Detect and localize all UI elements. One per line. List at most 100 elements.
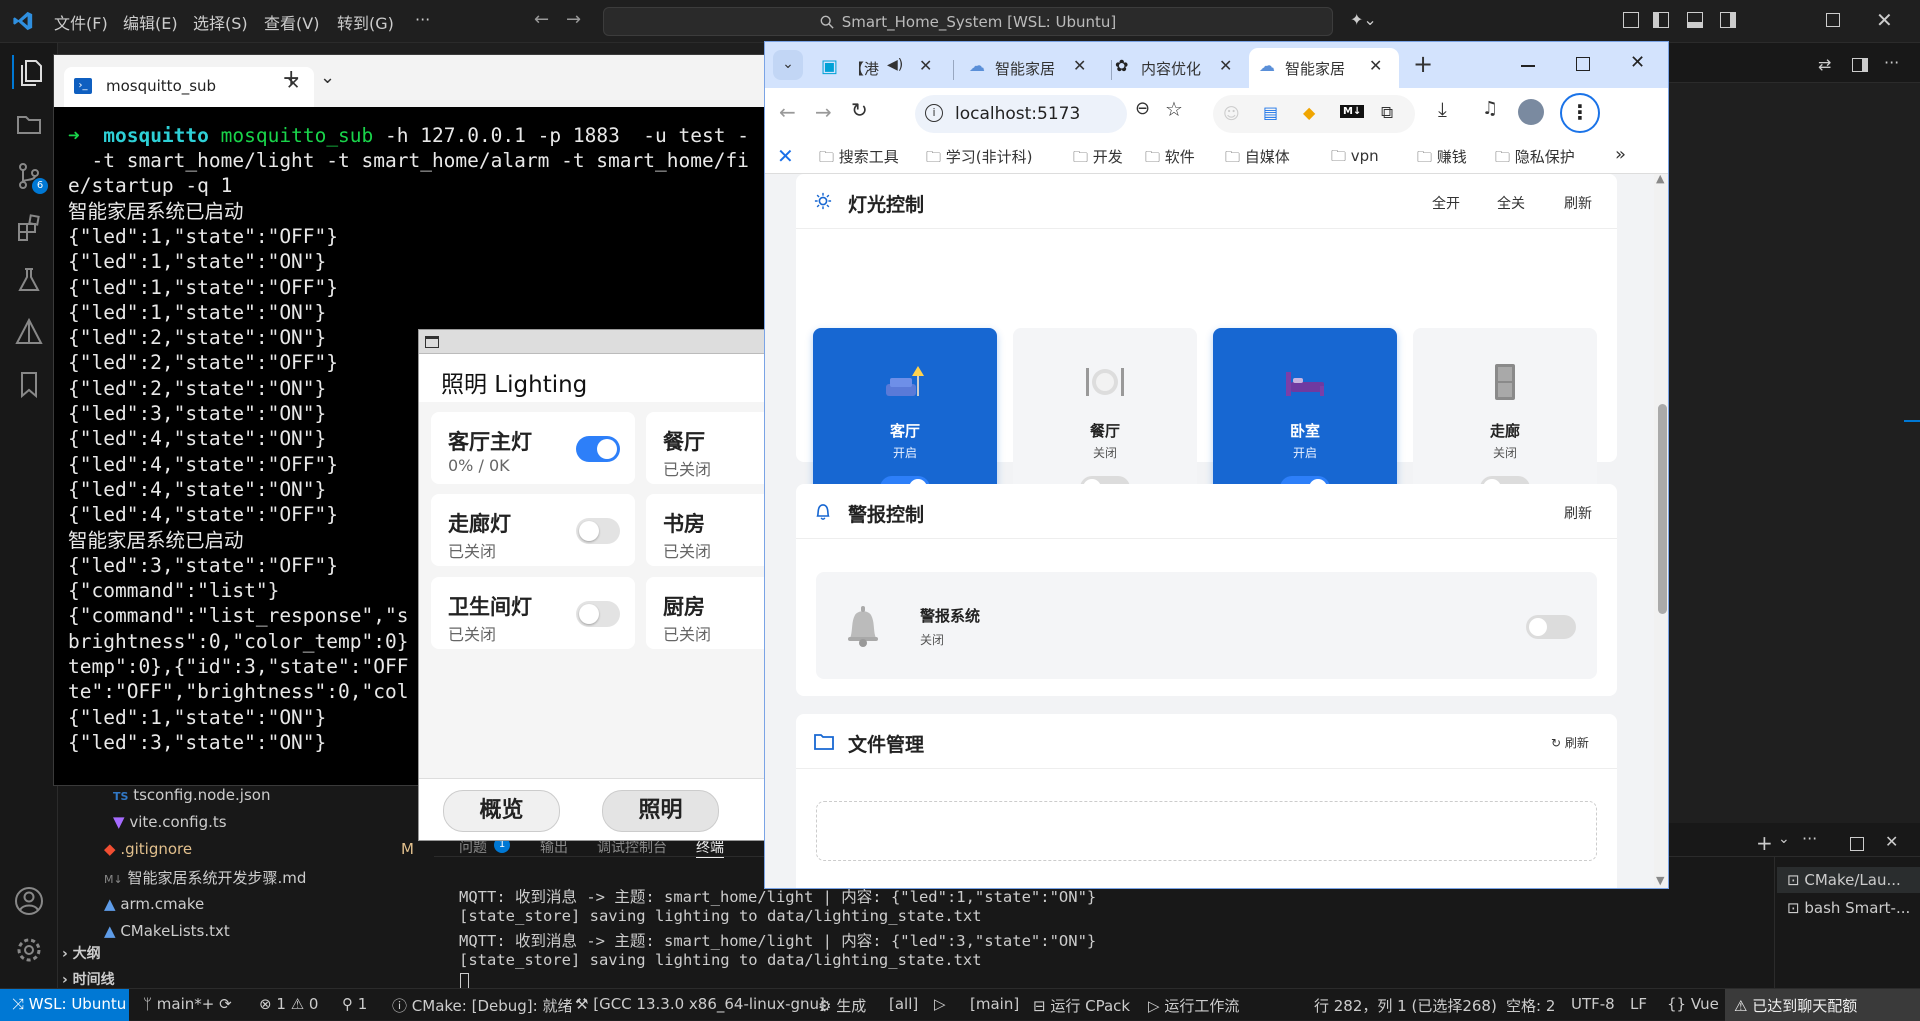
cmake-status[interactable]: ⓘ CMake: [Debug]: 就绪: [392, 995, 572, 1016]
extension-avatar-icon[interactable]: ☺: [1223, 104, 1240, 123]
extension-cat-icon[interactable]: ◆: [1303, 103, 1315, 122]
file-dropzone[interactable]: [816, 801, 1597, 861]
launch-target[interactable]: [main]: [970, 995, 1019, 1013]
more-bookmarks-icon[interactable]: »: [1615, 144, 1626, 165]
bookmark-star-icon[interactable]: ☆: [1165, 97, 1183, 121]
cmake-icon[interactable]: [12, 315, 46, 349]
address-bar[interactable]: i localhost:5173: [915, 95, 1127, 133]
chrome-tab-bilibili[interactable]: ▣ 【港 ◀) ✕: [821, 48, 941, 88]
bookmark-folder[interactable]: 🗀 搜索工具: [819, 146, 899, 172]
chrome-tab-smarthome-1[interactable]: ☁ 智能家居 ✕: [969, 48, 1099, 88]
run-icon[interactable]: ▷: [934, 995, 946, 1013]
menu-go[interactable]: 转到(G): [337, 10, 394, 34]
light-card[interactable]: 走廊灯 已关闭: [431, 494, 635, 566]
menu-edit[interactable]: 编辑(E): [123, 10, 178, 34]
file-gitignore[interactable]: ◆ .gitignore: [104, 840, 192, 858]
bookmark-folder[interactable]: 🗀 隐私保护: [1495, 146, 1575, 172]
maximize-panel-icon[interactable]: [1850, 837, 1864, 851]
maximize-icon[interactable]: [1576, 57, 1590, 71]
nav-overview-button[interactable]: 概览: [443, 790, 560, 832]
branch-indicator[interactable]: ᛘ main*+ ⟳: [143, 995, 232, 1013]
light-card[interactable]: 卫生间灯 已关闭: [431, 577, 635, 649]
file-cmakelists[interactable]: ▲ CMakeLists.txt: [104, 922, 230, 940]
terminal-list-item-cmake[interactable]: ⊡ CMake/Lau...: [1777, 867, 1920, 893]
indentation[interactable]: 空格: 2: [1506, 995, 1555, 1016]
bookmark-folder[interactable]: 🗀 学习(非计科): [926, 146, 1033, 172]
account-icon[interactable]: [12, 884, 46, 918]
close-tab-icon[interactable]: ✕: [919, 56, 932, 75]
scroll-up-icon[interactable]: ▲: [1656, 172, 1664, 185]
bookmark-folder[interactable]: 🗀 开发: [1073, 146, 1123, 172]
chrome-tab-smarthome-active[interactable]: ☁ 智能家居 ✕: [1249, 48, 1399, 88]
cpack-button[interactable]: ⊟ 运行 CPack: [1033, 995, 1130, 1016]
bookmark-folder[interactable]: 🗀 赚钱: [1417, 146, 1467, 172]
command-center[interactable]: Smart_Home_System [WSL: Ubuntu]: [603, 7, 1333, 36]
minimize-icon[interactable]: [1521, 65, 1535, 67]
compare-icon[interactable]: ⇄: [1818, 55, 1831, 74]
close-tab-icon[interactable]: ✕: [1073, 56, 1086, 75]
light-card[interactable]: 客厅主灯 0% / 0K: [431, 412, 635, 484]
testing-icon[interactable]: [12, 263, 46, 297]
light-toggle[interactable]: [576, 436, 620, 462]
zoom-icon[interactable]: ⊖: [1135, 98, 1150, 119]
settings-gear-icon[interactable]: [12, 933, 46, 967]
refresh-button[interactable]: ↻ 刷新: [1551, 734, 1589, 751]
chevron-down-icon[interactable]: ⌄: [320, 67, 335, 88]
nav-forward-icon[interactable]: →: [566, 9, 581, 30]
back-icon[interactable]: ←: [779, 100, 796, 124]
site-info-icon[interactable]: i: [925, 104, 943, 122]
file-tsconfig-node[interactable]: TS tsconfig.node.json: [113, 786, 270, 804]
forward-icon[interactable]: →: [815, 100, 832, 124]
split-editor-icon[interactable]: [1852, 58, 1868, 72]
scrollbar[interactable]: ▲ ▼: [1654, 172, 1668, 888]
all-off-button[interactable]: 全关: [1497, 193, 1525, 213]
nav-lighting-button[interactable]: 照明: [602, 790, 719, 832]
bookmark-folder[interactable]: 🗀 自媒体: [1225, 146, 1290, 172]
refresh-button[interactable]: 刷新: [1564, 503, 1592, 523]
close-tab-icon[interactable]: ✕: [1219, 56, 1232, 75]
bookmark-icon[interactable]: [12, 367, 46, 401]
bookmark-folder[interactable]: 🗀 软件: [1145, 146, 1195, 172]
terminal-list-item-bash[interactable]: ⊡ bash Smart-...: [1777, 895, 1920, 921]
media-control-icon[interactable]: ♫: [1482, 98, 1498, 119]
new-terminal-icon[interactable]: +: [1756, 831, 1773, 855]
terminal-tab[interactable]: ›_ mosquitto_sub ✕: [64, 67, 314, 107]
bookmark-folder[interactable]: 🗀 vpn: [1331, 146, 1379, 171]
explorer-icon[interactable]: [12, 55, 46, 89]
refresh-button[interactable]: 刷新: [1564, 193, 1592, 213]
toggle-sidebar-icon[interactable]: [1653, 12, 1669, 28]
extensions-icon[interactable]: [12, 211, 46, 245]
more-actions-icon[interactable]: ···: [1802, 829, 1817, 848]
folder-icon[interactable]: [12, 107, 46, 141]
timeline-section[interactable]: › 时间线: [62, 969, 115, 989]
app-logo-icon[interactable]: ✕: [777, 144, 794, 168]
chevron-down-icon[interactable]: ⌄: [1778, 831, 1790, 847]
build-target[interactable]: [all]: [889, 995, 918, 1013]
menu-view[interactable]: 查看(V): [264, 10, 319, 34]
copilot-status[interactable]: ⚠ 已达到聊天配额: [1725, 989, 1920, 1021]
scrollbar-thumb[interactable]: [1658, 404, 1667, 614]
source-control-icon[interactable]: 6: [12, 159, 48, 194]
cmake-kit[interactable]: ⚒ [GCC 13.3.0 x86_64-linux-gnu]: [575, 995, 825, 1013]
close-tab-icon[interactable]: ✕: [1369, 56, 1382, 75]
tab-search-button[interactable]: ⌄: [773, 50, 803, 80]
file-arm-cmake[interactable]: ▲ arm.cmake: [104, 895, 204, 913]
eol[interactable]: LF: [1630, 995, 1647, 1013]
language-mode[interactable]: {} Vue: [1667, 995, 1719, 1013]
reload-icon[interactable]: ↻: [851, 98, 868, 122]
build-button[interactable]: ⚙ 生成: [818, 995, 866, 1016]
cursor-position[interactable]: 行 282，列 1 (已选择268): [1314, 995, 1497, 1016]
close-window-icon[interactable]: ✕: [1630, 52, 1645, 73]
chrome-tab-content[interactable]: ✿ 内容优化 ✕: [1115, 48, 1245, 88]
layout-icon[interactable]: [1623, 12, 1639, 28]
extension-markdown-icon[interactable]: M↓: [1340, 105, 1365, 118]
more-actions-icon[interactable]: ···: [1884, 53, 1899, 72]
menu-more[interactable]: ···: [415, 10, 430, 29]
menu-file[interactable]: 文件(F): [54, 10, 108, 34]
problems-indicator[interactable]: ⊗ 1 ⚠ 0: [259, 995, 318, 1013]
toggle-panel-icon[interactable]: [1687, 12, 1703, 28]
download-icon[interactable]: ⤓: [1438, 97, 1447, 121]
close-window-icon[interactable]: ✕: [1876, 8, 1893, 32]
light-toggle[interactable]: [576, 518, 620, 544]
copilot-icon[interactable]: ✦⌄: [1350, 10, 1377, 29]
